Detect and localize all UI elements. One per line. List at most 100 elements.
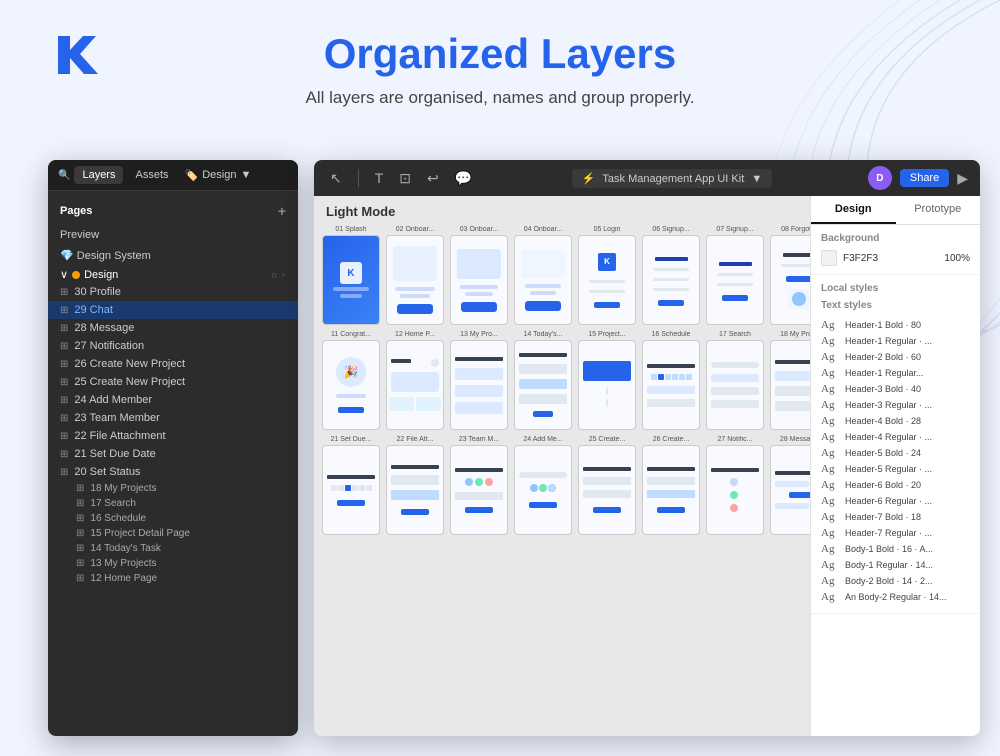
style-name-15: Body-1 Regular · 14... xyxy=(845,560,970,570)
style-name-16: Body-2 Bold · 14 · 2... xyxy=(845,576,970,586)
bg-opacity-value: 100% xyxy=(944,253,970,264)
style-ag-16: Ag xyxy=(821,575,839,587)
sub-layer-16[interactable]: ⊞ 16 Schedule xyxy=(48,511,298,526)
style-name-8: Header-5 Bold · 24 xyxy=(845,448,970,458)
sub-layer-12[interactable]: ⊞ 12 Home Page xyxy=(48,571,298,586)
text-tool-icon[interactable]: T xyxy=(371,168,388,188)
canvas-label: Light Mode xyxy=(326,204,395,219)
comment-icon[interactable]: 💬 xyxy=(451,168,476,189)
layer-22-file[interactable]: ⊞ 22 File Attachment xyxy=(48,427,298,445)
frame-05-login[interactable]: 05 Login K xyxy=(578,226,636,325)
layer-25-create[interactable]: ⊞ 25 Create New Project xyxy=(48,373,298,391)
bg-color-swatch[interactable] xyxy=(821,250,837,266)
tab-assets[interactable]: Assets xyxy=(127,166,176,184)
page-design-system[interactable]: 💎 Design System xyxy=(48,245,298,266)
toolbar-right: D Share ▶ xyxy=(868,166,968,190)
frame-23-team[interactable]: 23 Team M... xyxy=(450,436,508,535)
style-item-17: AgAn Body-2 Regular · 14... xyxy=(821,589,970,605)
style-name-3: Header-1 Regular... xyxy=(845,368,970,378)
frames-row-1: 01 Splash K 02 Onboar... xyxy=(322,226,810,325)
style-name-7: Header-4 Regular · ... xyxy=(845,432,970,442)
layer-21-due[interactable]: ⊞ 21 Set Due Date xyxy=(48,445,298,463)
frame-tool-icon[interactable]: ⊡ xyxy=(395,168,415,189)
layer-29-chat[interactable]: ⊞ 29 Chat xyxy=(48,301,298,319)
frame-28-message[interactable]: 28 Message xyxy=(770,436,810,535)
layer-20-status[interactable]: ⊞ 20 Set Status xyxy=(48,463,298,481)
style-item-7: AgHeader-4 Regular · ... xyxy=(821,429,970,445)
sub-layer-14[interactable]: ⊞ 14 Today's Task xyxy=(48,541,298,556)
frame-22-file-att[interactable]: 22 File Att... xyxy=(386,436,444,535)
style-name-4: Header-3 Bold · 40 xyxy=(845,384,970,394)
share-button[interactable]: Share xyxy=(900,169,949,187)
frame-15-project[interactable]: 15 Project... xyxy=(578,331,636,430)
style-item-0: AgHeader-1 Bold · 80 xyxy=(821,317,970,333)
frame-21-set-due[interactable]: 21 Set Due... xyxy=(322,436,380,535)
sub-layer-15[interactable]: ⊞ 15 Project Detail Page xyxy=(48,526,298,541)
layer-23-team[interactable]: ⊞ 23 Team Member xyxy=(48,409,298,427)
style-ag-2: Ag xyxy=(821,351,839,363)
layer-24-add[interactable]: ⊞ 24 Add Member xyxy=(48,391,298,409)
layer-icon: ⊞ xyxy=(60,413,68,424)
sub-layer-18[interactable]: ⊞ 18 My Projects xyxy=(48,481,298,496)
search-icon[interactable]: 🔍 xyxy=(58,170,70,181)
layer-28-message[interactable]: ⊞ 28 Message xyxy=(48,319,298,337)
style-name-6: Header-4 Bold · 28 xyxy=(845,416,970,426)
style-ag-4: Ag xyxy=(821,383,839,395)
design-section[interactable]: ∨ Design n + xyxy=(48,266,298,283)
frame-08-forgot[interactable]: 08 Forgot... xyxy=(770,226,810,325)
style-ag-8: Ag xyxy=(821,447,839,459)
frame-12-home[interactable]: 12 Home P... xyxy=(386,331,444,430)
style-name-12: Header-7 Bold · 18 xyxy=(845,512,970,522)
figma-panel: 🔍 Layers Assets 🏷️ Design ▼ Pages + Prev… xyxy=(48,160,298,736)
frame-01-splash[interactable]: 01 Splash K xyxy=(322,226,380,325)
layer-30-profile[interactable]: ⊞ 30 Profile xyxy=(48,283,298,301)
cursor-icon[interactable]: ↖ xyxy=(326,168,346,189)
frame-03-onboard[interactable]: 03 Onboar... xyxy=(450,226,508,325)
frame-02-onboard[interactable]: 02 Onboar... xyxy=(386,226,444,325)
page-preview[interactable]: Preview xyxy=(48,225,298,245)
layer-icon: ⊞ xyxy=(76,498,84,509)
play-button[interactable]: ▶ xyxy=(957,170,968,187)
sub-layer-13[interactable]: ⊞ 13 My Projects xyxy=(48,556,298,571)
style-name-13: Header-7 Regular · ... xyxy=(845,528,970,538)
layer-icon: ⊞ xyxy=(60,323,68,334)
page-title: Organized Layers xyxy=(0,30,1000,78)
layer-26-create[interactable]: ⊞ 26 Create New Project xyxy=(48,355,298,373)
right-panel: Design Prototype Background F3F2F3 100% … xyxy=(810,196,980,736)
background-section: Background F3F2F3 100% xyxy=(811,225,980,275)
canvas-main[interactable]: Light Mode 01 Splash K xyxy=(314,196,810,736)
tab-layers[interactable]: Layers xyxy=(74,166,123,184)
avatar: D xyxy=(868,166,892,190)
frame-06-signup[interactable]: 06 Signup... xyxy=(642,226,700,325)
tab-design-panel[interactable]: Design xyxy=(811,196,896,224)
layer-icon: ⊞ xyxy=(76,513,84,524)
style-ag-3: Ag xyxy=(821,367,839,379)
frame-18-my-pro[interactable]: 18 My Pro... xyxy=(770,331,810,430)
style-name-9: Header-5 Regular · ... xyxy=(845,464,970,474)
add-page-button[interactable]: + xyxy=(278,203,286,219)
canvas-body: Light Mode 01 Splash K xyxy=(314,196,980,736)
tab-prototype-panel[interactable]: Prototype xyxy=(896,196,981,224)
frame-13-projects[interactable]: 13 My Pro... xyxy=(450,331,508,430)
move-icon[interactable]: ↩ xyxy=(423,168,443,189)
tab-design[interactable]: 🏷️ Design ▼ xyxy=(185,169,252,182)
frame-27-notif[interactable]: 27 Notific... xyxy=(706,436,764,535)
frame-25-create[interactable]: 25 Create... xyxy=(578,436,636,535)
frame-07-signup[interactable]: 07 Signup... xyxy=(706,226,764,325)
right-panel-tab-bar: Design Prototype xyxy=(811,196,980,225)
frame-16-schedule[interactable]: 16 Schedule xyxy=(642,331,700,430)
frame-26-create[interactable]: 26 Create... xyxy=(642,436,700,535)
style-item-8: Ag Header-5 Bold · 24 xyxy=(821,445,970,461)
canvas-toolbar: ↖ T ⊡ ↩ 💬 ⚡ Task Management App UI Kit ▼… xyxy=(314,160,980,196)
frame-24-add-me[interactable]: 24 Add Me... xyxy=(514,436,572,535)
frame-14-todays[interactable]: 14 Today's... xyxy=(514,331,572,430)
sub-layer-17[interactable]: ⊞ 17 Search xyxy=(48,496,298,511)
style-item-2: AgHeader-2 Bold · 60 xyxy=(821,349,970,365)
file-title[interactable]: ⚡ Task Management App UI Kit ▼ xyxy=(572,169,772,188)
frame-04-onboard[interactable]: 04 Onboar... xyxy=(514,226,572,325)
frame-11-congrat[interactable]: 11 Congrat... 🎉 xyxy=(322,331,380,430)
layer-27-notification[interactable]: ⊞ 27 Notification xyxy=(48,337,298,355)
toolbar-separator xyxy=(358,169,359,187)
frame-17-search[interactable]: 17 Search xyxy=(706,331,764,430)
frames-row-2: 11 Congrat... 🎉 12 Home P... xyxy=(322,331,810,430)
